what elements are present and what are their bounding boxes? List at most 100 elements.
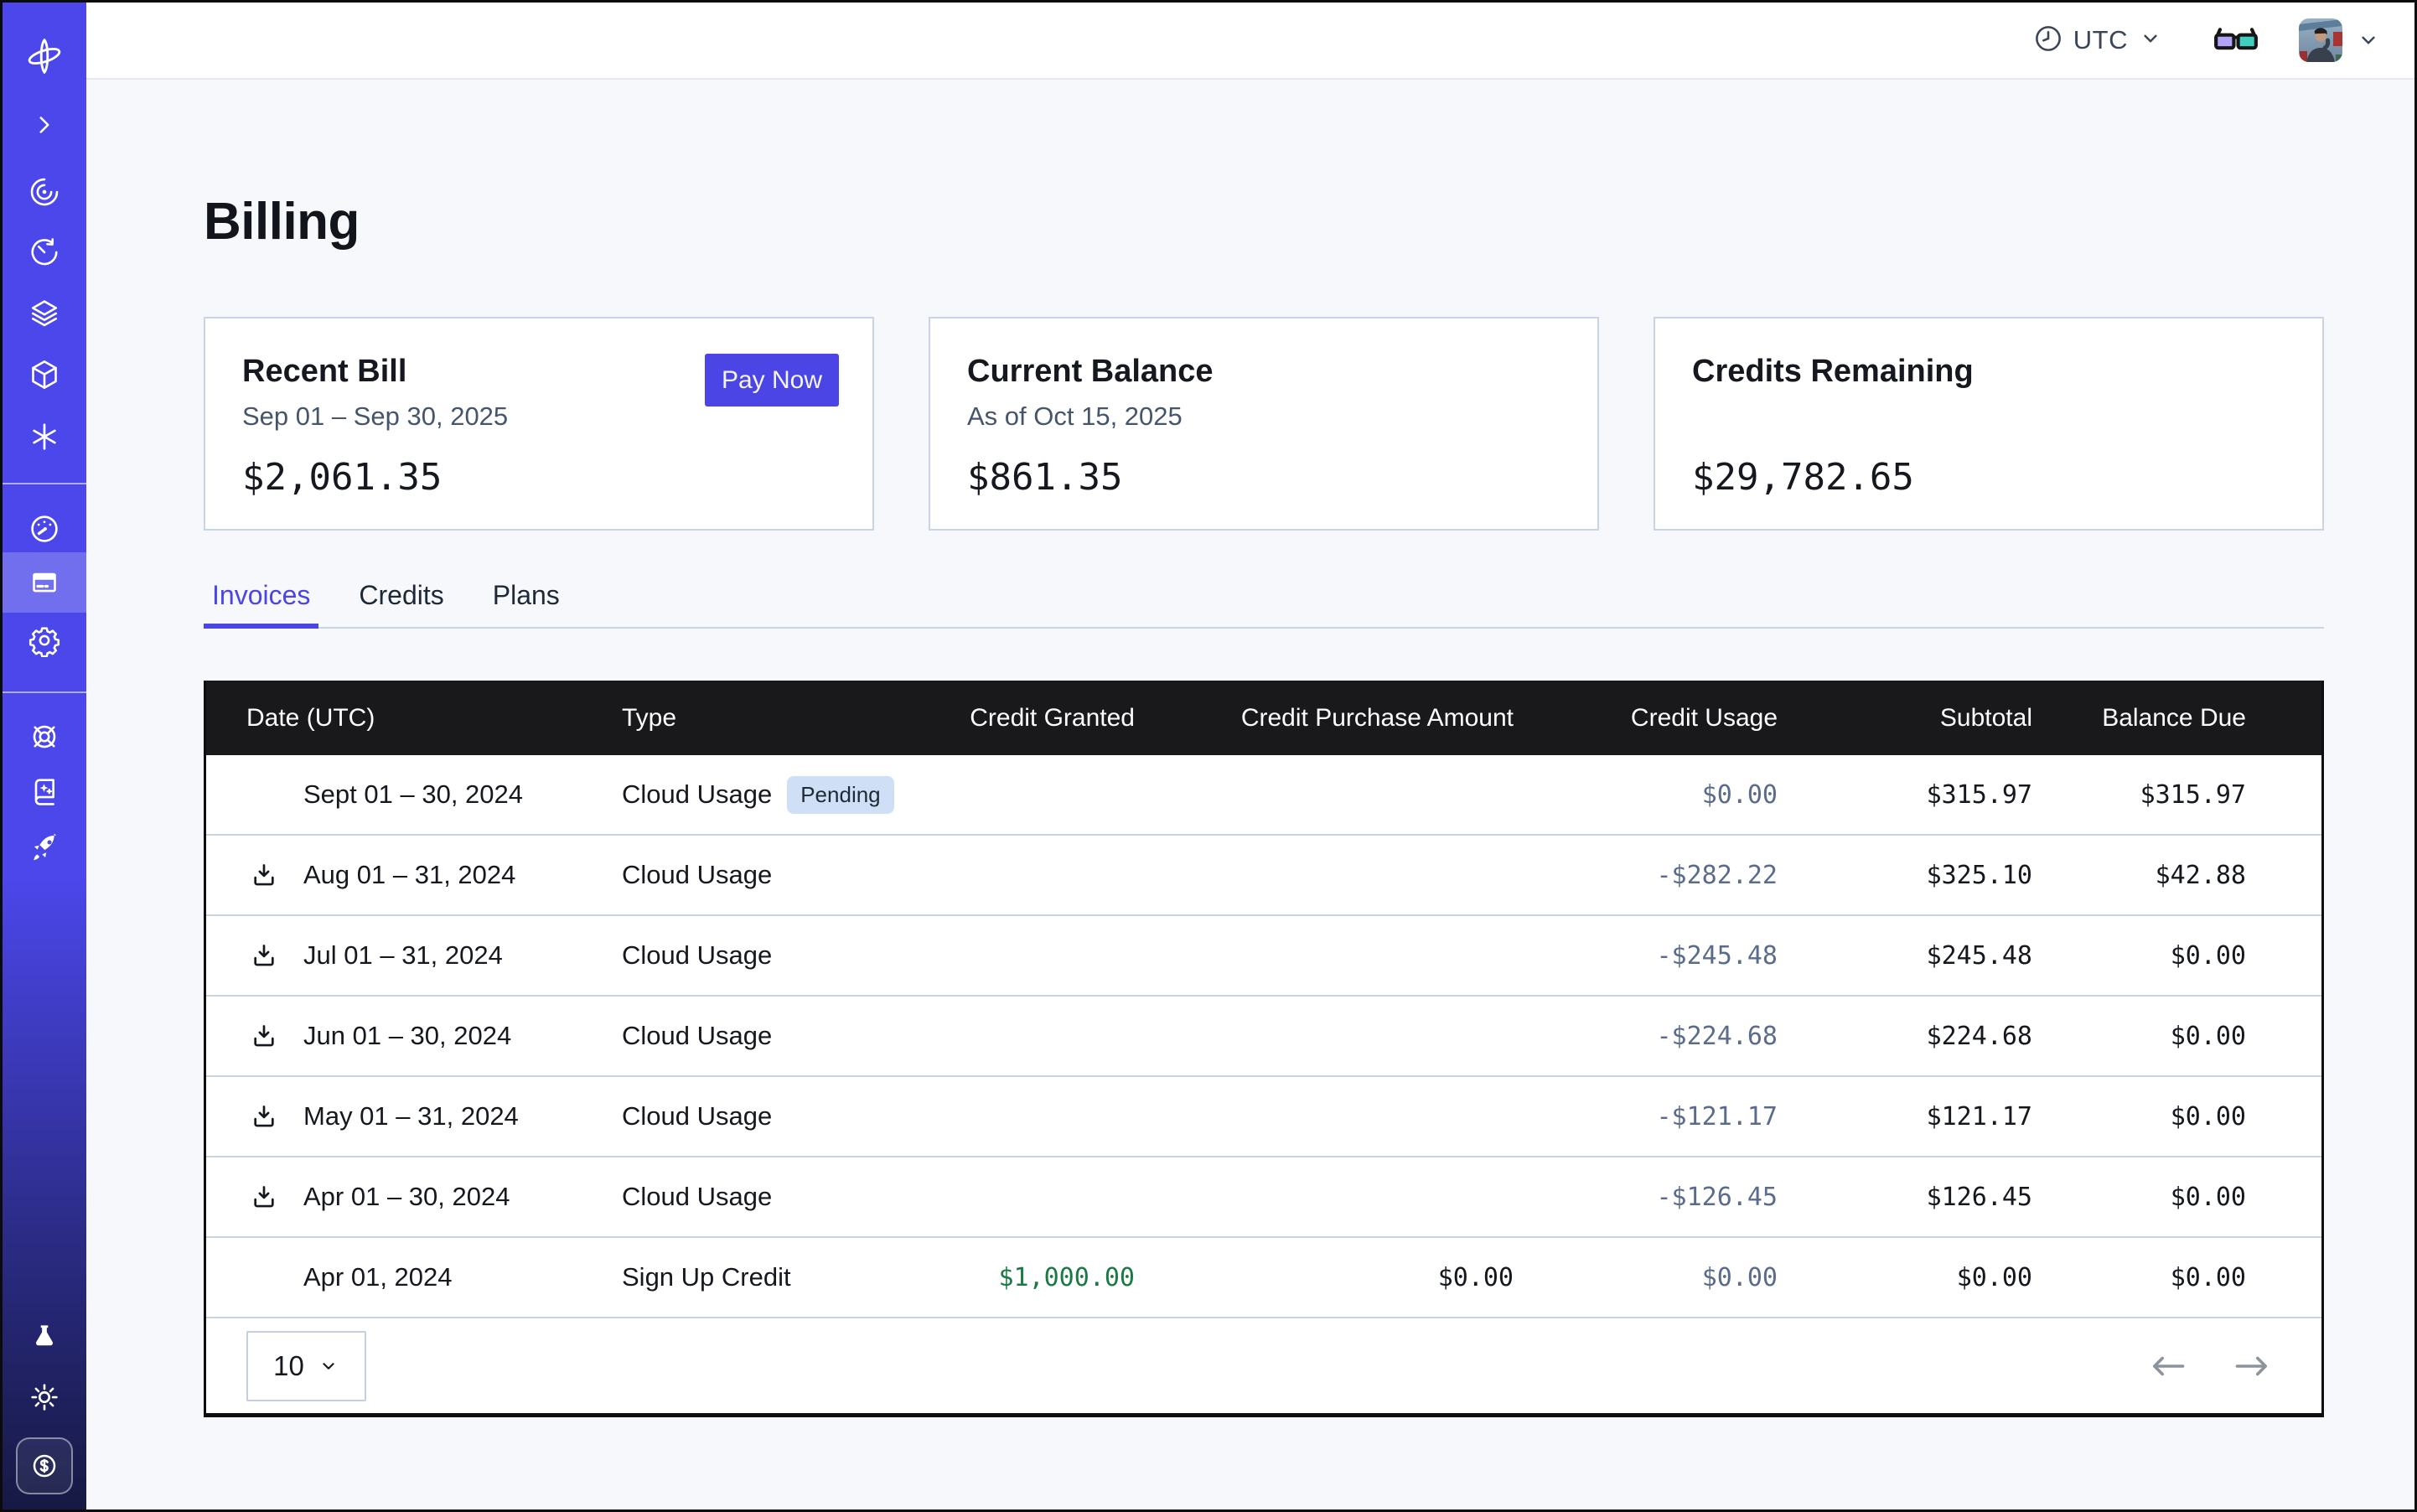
spiral-icon[interactable] bbox=[23, 170, 66, 214]
docs-book-icon[interactable] bbox=[23, 770, 66, 814]
download-invoice-icon[interactable] bbox=[250, 942, 278, 969]
tab-plans[interactable]: Plans bbox=[484, 580, 568, 629]
balance-due-value: $0.00 bbox=[2032, 1022, 2321, 1051]
invoice-type-cell: Cloud Usage Pending bbox=[622, 776, 898, 814]
account-menu-chevron[interactable] bbox=[2356, 28, 2381, 53]
credit-usage-value: -$245.48 bbox=[1514, 941, 1778, 971]
pay-now-button[interactable]: Pay Now bbox=[705, 354, 839, 406]
col-balance-due: Balance Due bbox=[2032, 704, 2321, 733]
invoice-type: Cloud Usage bbox=[622, 940, 772, 971]
invoice-date: Apr 01 – 30, 2024 bbox=[303, 1182, 510, 1212]
chevron-down-icon bbox=[2138, 26, 2163, 55]
summary-cards: Recent Bill Sep 01 – Sep 30, 2025 $2,061… bbox=[204, 317, 2324, 531]
theme-sun-icon[interactable] bbox=[23, 1375, 66, 1419]
timezone-label: UTC bbox=[2073, 25, 2128, 55]
invoice-date: May 01 – 31, 2024 bbox=[303, 1101, 519, 1131]
download-invoice-icon[interactable] bbox=[250, 1183, 278, 1210]
prev-page-button[interactable] bbox=[2149, 1354, 2187, 1379]
recent-bill-card: Recent Bill Sep 01 – Sep 30, 2025 $2,061… bbox=[204, 317, 874, 531]
balance-due-value: $0.00 bbox=[2032, 1183, 2321, 1212]
recent-bill-amount: $2,061.35 bbox=[242, 456, 836, 499]
download-invoice-icon[interactable] bbox=[250, 1103, 278, 1130]
next-page-button[interactable] bbox=[2233, 1354, 2271, 1379]
invoice-type: Cloud Usage bbox=[622, 1021, 772, 1051]
credit-usage-value: -$126.45 bbox=[1514, 1183, 1778, 1212]
history-timer-icon[interactable] bbox=[23, 230, 66, 274]
invoice-type-cell: Cloud Usage bbox=[622, 1182, 898, 1212]
credit-granted-value: $1,000.00 bbox=[898, 1263, 1135, 1292]
card-title: Credits Remaining bbox=[1692, 354, 2285, 390]
table-row: Jun 01 – 30, 2024 Cloud Usage -$224.68$224… bbox=[206, 997, 2321, 1077]
credit-usage-value: -$224.68 bbox=[1514, 1022, 1778, 1051]
col-subtotal: Subtotal bbox=[1778, 704, 2032, 733]
clock-icon bbox=[2033, 23, 2063, 58]
table-header: Date (UTC) Type Credit Granted Credit Pu… bbox=[206, 681, 2321, 755]
balance-due-value: $315.97 bbox=[2032, 780, 2321, 810]
settings-gear-icon[interactable] bbox=[23, 619, 66, 662]
tab-credits[interactable]: Credits bbox=[350, 580, 452, 629]
col-type: Type bbox=[622, 704, 898, 733]
gauge-icon[interactable] bbox=[23, 507, 66, 551]
subtotal-value: $224.68 bbox=[1778, 1022, 2032, 1051]
tab-invoices[interactable]: Invoices bbox=[204, 580, 318, 629]
billing-icon[interactable] bbox=[23, 561, 66, 604]
current-balance-amount: $861.35 bbox=[967, 456, 1560, 499]
topbar: UTC bbox=[86, 3, 2414, 80]
balance-due-value: $0.00 bbox=[2032, 941, 2321, 971]
vision-glasses-icon[interactable] bbox=[2212, 24, 2260, 56]
download-invoice-icon[interactable] bbox=[250, 1023, 278, 1049]
invoices-table-body: Sept 01 – 30, 2024 Cloud Usage Pending $0.0… bbox=[206, 755, 2321, 1318]
logo-icon[interactable] bbox=[23, 34, 66, 78]
table-row: Apr 01 – 30, 2024Cloud Usage-$126.45$126… bbox=[206, 1157, 2321, 1238]
page-size-select[interactable]: 10 bbox=[246, 1331, 366, 1401]
invoices-table: Date (UTC) Type Credit Granted Credit Pu… bbox=[204, 681, 2324, 1417]
subtotal-value: $245.48 bbox=[1778, 941, 2032, 971]
invoice-date-cell: May 01 – 31, 2024 bbox=[206, 1101, 622, 1131]
credits-dollar-button[interactable] bbox=[16, 1437, 73, 1494]
credits-remaining-amount: $29,782.65 bbox=[1692, 456, 2285, 499]
invoice-date: Jun 01 – 30, 2024 bbox=[303, 1021, 511, 1051]
invoice-date: Jul 01 – 31, 2024 bbox=[303, 940, 503, 971]
chevron-down-icon bbox=[318, 1355, 339, 1377]
current-balance-card: Current Balance As of Oct 15, 2025 $861.… bbox=[929, 317, 1599, 531]
cube-icon[interactable] bbox=[23, 353, 66, 396]
status-badge: Pending bbox=[787, 776, 893, 814]
table-row: Apr 01, 2024 Sign Up Credit $1,000.00$0.00… bbox=[206, 1238, 2321, 1318]
invoice-type: Cloud Usage bbox=[622, 1101, 772, 1131]
invoice-date-cell: Apr 01, 2024 bbox=[206, 1262, 622, 1292]
expand-sidebar-icon[interactable] bbox=[23, 103, 66, 147]
avatar[interactable] bbox=[2299, 18, 2342, 62]
asterisk-icon[interactable] bbox=[23, 415, 66, 458]
helm-wheel-icon[interactable] bbox=[23, 715, 66, 759]
invoice-type: Cloud Usage bbox=[622, 860, 772, 890]
invoice-type-cell: Cloud Usage bbox=[622, 860, 898, 890]
billing-page: Billing Recent Bill Sep 01 – Sep 30, 202… bbox=[86, 80, 2414, 1509]
download-invoice-icon[interactable] bbox=[250, 862, 278, 888]
table-row: Sept 01 – 30, 2024 Cloud Usage Pending $0.0… bbox=[206, 755, 2321, 836]
sidebar bbox=[3, 3, 86, 1509]
invoice-date: Sept 01 – 30, 2024 bbox=[303, 779, 523, 810]
invoice-date-cell: Sept 01 – 30, 2024 bbox=[206, 779, 622, 810]
rocket-icon[interactable] bbox=[23, 826, 66, 869]
card-subtitle: As of Oct 15, 2025 bbox=[967, 401, 1560, 432]
subtotal-value: $315.97 bbox=[1778, 780, 2032, 810]
invoice-date-cell: Aug 01 – 31, 2024 bbox=[206, 860, 622, 890]
credit-usage-value: $0.00 bbox=[1514, 780, 1778, 810]
timezone-selector[interactable]: UTC bbox=[2033, 23, 2163, 58]
invoice-date-cell: Apr 01 – 30, 2024 bbox=[206, 1182, 622, 1212]
invoice-type: Sign Up Credit bbox=[622, 1262, 791, 1292]
invoice-type-cell: Cloud Usage bbox=[622, 1101, 898, 1131]
invoice-type: Cloud Usage bbox=[622, 779, 772, 810]
sidebar-divider bbox=[3, 483, 86, 484]
credit-purchase-value: $0.00 bbox=[1135, 1263, 1514, 1292]
credit-usage-value: -$121.17 bbox=[1514, 1102, 1778, 1131]
invoice-date-cell: Jun 01 – 30, 2024 bbox=[206, 1021, 622, 1051]
flask-icon[interactable] bbox=[23, 1315, 66, 1359]
invoice-type-cell: Cloud Usage bbox=[622, 1021, 898, 1051]
invoice-date: Apr 01, 2024 bbox=[303, 1262, 453, 1292]
col-credit-granted: Credit Granted bbox=[898, 704, 1135, 733]
table-footer: 10 bbox=[206, 1318, 2321, 1413]
col-date: Date (UTC) bbox=[206, 704, 622, 733]
subtotal-value: $325.10 bbox=[1778, 861, 2032, 890]
layers-icon[interactable] bbox=[23, 292, 66, 335]
